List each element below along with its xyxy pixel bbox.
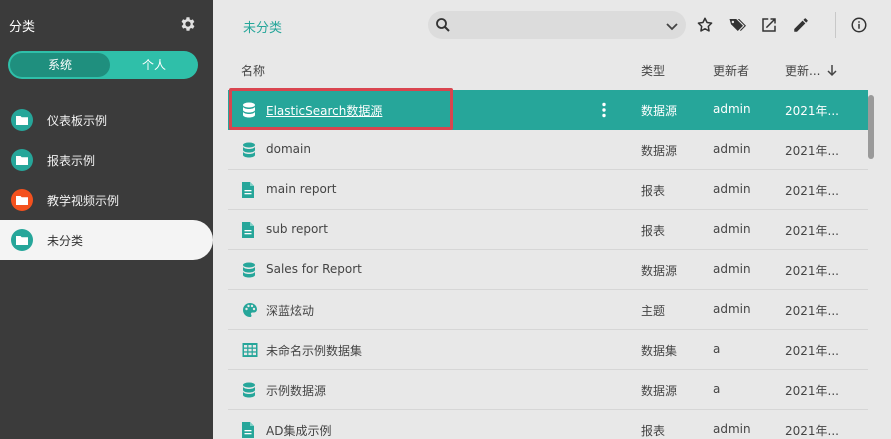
row-type: 数据集 (641, 344, 678, 358)
highlight-box (229, 88, 453, 130)
folder-icon (11, 149, 33, 171)
row-updated: 2021年... (785, 104, 839, 118)
sidebar-item-label: 未分类 (47, 234, 84, 248)
row-updater: admin (713, 222, 751, 236)
folder-icon (11, 189, 33, 211)
row-updater: admin (713, 302, 751, 316)
segment-personal[interactable]: 个人 (110, 51, 198, 79)
database-icon (242, 142, 256, 161)
row-type: 数据源 (641, 104, 678, 118)
table-row[interactable]: AD集成示例 报表 admin 2021年... (228, 410, 868, 439)
row-updated: 2021年... (785, 224, 839, 238)
document-icon (242, 222, 254, 241)
category-scope-toggle: 系统 个人 (8, 51, 198, 79)
sidebar-title: 分类 (9, 20, 36, 35)
gear-icon[interactable] (179, 15, 197, 33)
scrollbar-thumb[interactable] (868, 95, 874, 159)
row-updated: 2021年... (785, 144, 839, 158)
row-name[interactable]: 未命名示例数据集 (266, 342, 362, 359)
row-updater: a (713, 342, 721, 356)
row-updater: admin (713, 182, 751, 196)
table-row[interactable]: Sales for Report 数据源 admin 2021年... (228, 250, 868, 290)
column-header-updated[interactable]: 更新... (785, 62, 820, 79)
main-panel: 未分类 名称 类型 更新者 更新... ElasticSearch数据源 数据源… (213, 0, 891, 439)
table-row[interactable]: 深蓝炫动 主题 admin 2021年... (228, 290, 868, 330)
row-type: 报表 (641, 184, 666, 198)
search-box (428, 11, 686, 39)
row-updater: admin (713, 142, 751, 156)
row-updated: 2021年... (785, 184, 839, 198)
document-icon (242, 182, 254, 201)
row-name[interactable]: 示例数据源 (266, 382, 326, 399)
row-type: 主题 (641, 304, 666, 318)
sidebar-item-label: 报表示例 (47, 154, 96, 168)
column-header-name[interactable]: 名称 (241, 62, 265, 79)
row-updated: 2021年... (785, 304, 839, 318)
row-updated: 2021年... (785, 344, 839, 358)
table-row[interactable]: 示例数据源 数据源 a 2021年... (228, 370, 868, 410)
document-icon (242, 422, 254, 439)
sidebar-item-tutorial-videos[interactable]: 教学视频示例 (0, 180, 213, 220)
row-type: 数据源 (641, 384, 678, 398)
column-header-updater[interactable]: 更新者 (713, 62, 749, 79)
sidebar-item-uncategorized[interactable]: 未分类 (0, 220, 213, 260)
edit-pencil-icon[interactable] (792, 16, 810, 34)
row-name[interactable]: Sales for Report (266, 262, 362, 276)
sidebar-header: 分类 (0, 0, 213, 48)
star-icon[interactable] (696, 16, 714, 34)
sidebar-item-dashboard-examples[interactable]: 仪表板示例 (0, 100, 213, 140)
row-updated: 2021年... (785, 424, 839, 438)
table-icon (242, 342, 258, 361)
table-row[interactable]: domain 数据源 admin 2021年... (228, 130, 868, 170)
info-icon[interactable] (850, 16, 868, 34)
row-updated: 2021年... (785, 264, 839, 278)
row-updater: a (713, 382, 721, 396)
folder-icon (11, 109, 33, 131)
database-icon (242, 262, 256, 281)
open-external-icon[interactable] (760, 16, 778, 34)
breadcrumb[interactable]: 未分类 (243, 17, 282, 36)
sidebar-item-label: 仪表板示例 (47, 114, 108, 128)
sort-descending-icon[interactable] (827, 65, 837, 80)
table-row[interactable]: main report 报表 admin 2021年... (228, 170, 868, 210)
chevron-down-icon[interactable] (666, 20, 678, 34)
row-name[interactable]: domain (266, 142, 311, 156)
database-icon (242, 382, 256, 401)
sidebar-item-label: 教学视频示例 (47, 194, 120, 208)
row-name[interactable]: AD集成示例 (266, 422, 331, 439)
row-type: 报表 (641, 424, 666, 438)
search-input[interactable] (456, 15, 656, 35)
table-row[interactable]: sub report 报表 admin 2021年... (228, 210, 868, 250)
table-row[interactable]: 未命名示例数据集 数据集 a 2021年... (228, 330, 868, 370)
segment-system[interactable]: 系统 (10, 53, 110, 77)
sidebar: 分类 系统 个人 仪表板示例 报表示例 教学视频示例 未分类 (0, 0, 213, 439)
more-vert-icon[interactable] (602, 102, 606, 121)
folder-icon (11, 229, 33, 251)
palette-icon (242, 302, 258, 321)
toolbar-divider (835, 12, 836, 38)
sidebar-item-report-examples[interactable]: 报表示例 (0, 140, 213, 180)
row-name[interactable]: 深蓝炫动 (266, 302, 314, 319)
row-type: 数据源 (641, 144, 678, 158)
row-updated: 2021年... (785, 384, 839, 398)
row-updater: admin (713, 102, 751, 116)
column-header-type[interactable]: 类型 (641, 62, 665, 79)
tag-icon[interactable] (728, 16, 746, 34)
row-updater: admin (713, 422, 751, 436)
row-name[interactable]: main report (266, 182, 336, 196)
row-updater: admin (713, 262, 751, 276)
row-type: 数据源 (641, 264, 678, 278)
row-type: 报表 (641, 224, 666, 238)
toolbar: 未分类 (213, 0, 891, 50)
search-icon (435, 17, 451, 36)
row-name[interactable]: sub report (266, 222, 328, 236)
